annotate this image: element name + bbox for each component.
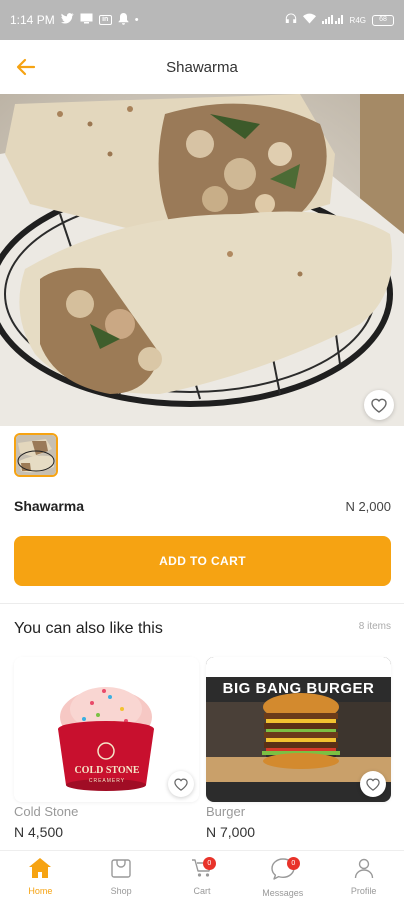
- dot-icon: •: [134, 14, 139, 26]
- network-type-icon: R4G: [349, 15, 366, 25]
- cart-badge: 0: [202, 857, 216, 870]
- favorite-heart-icon[interactable]: [364, 390, 394, 420]
- shop-icon: [110, 857, 132, 884]
- bottom-navigation: Home Shop 0 Cart 0 Messages Profile: [0, 850, 404, 900]
- product-price: N 2,000: [345, 498, 391, 514]
- nav-label: Shop: [110, 886, 132, 896]
- product-info: Shawarma N 2,000: [14, 498, 391, 514]
- status-time: 1:14 PM: [10, 13, 55, 27]
- back-arrow-icon[interactable]: [14, 55, 38, 79]
- twitter-icon: [60, 13, 74, 27]
- product-card-image: BIG BANG BURGER: [206, 657, 391, 802]
- linkedin-icon: in: [98, 15, 112, 25]
- product-card-image: COLD STONE CREAMERY: [14, 657, 199, 802]
- messages-badge: 0: [286, 857, 300, 870]
- nav-item-home[interactable]: Home: [0, 851, 81, 900]
- favorite-heart-icon[interactable]: [168, 771, 194, 797]
- product-card-name: Burger: [206, 804, 246, 819]
- section-divider: [0, 603, 404, 604]
- cold-stone-logo-text: COLD STONE: [74, 765, 140, 776]
- screen-icon: [80, 13, 93, 27]
- headphones-icon: [285, 13, 297, 27]
- favorite-heart-icon[interactable]: [360, 771, 386, 797]
- status-bar: 1:14 PM in • R4G 68: [0, 0, 404, 40]
- profile-icon: [353, 857, 375, 884]
- product-card-name: Cold Stone: [14, 804, 79, 819]
- product-card-burger[interactable]: BIG BANG BURGER Burger N 7,000: [206, 657, 391, 843]
- recommendations-title: You can also like this: [14, 620, 163, 637]
- signal-icon: [321, 13, 344, 27]
- wifi-icon: [302, 13, 316, 27]
- home-icon: [28, 857, 52, 884]
- recommendations-header: You can also like this 8 items: [14, 620, 391, 638]
- product-card-cold-stone[interactable]: COLD STONE CREAMERY Cold Stone N 4,500: [14, 657, 199, 843]
- nav-item-profile[interactable]: Profile: [323, 851, 404, 900]
- nav-item-cart[interactable]: 0 Cart: [162, 851, 243, 900]
- battery-icon: 68: [372, 14, 394, 26]
- product-card-price: N 7,000: [206, 824, 256, 840]
- nav-label: Profile: [350, 886, 377, 896]
- nav-label: Home: [28, 886, 53, 896]
- nav-item-messages[interactable]: 0 Messages: [242, 851, 323, 900]
- nav-label: Messages: [262, 888, 304, 898]
- burger-banner-text: BIG BANG BURGER: [222, 680, 375, 697]
- product-image: [0, 94, 404, 426]
- recommendations-count: 8 items: [358, 621, 391, 632]
- app-bar: Shawarma: [0, 40, 404, 94]
- page-title: Shawarma: [166, 58, 238, 76]
- product-thumbnail[interactable]: [14, 433, 58, 477]
- notification-bell-icon: [118, 12, 129, 28]
- cold-stone-logo-subtext: CREAMERY: [88, 778, 126, 784]
- nav-item-shop[interactable]: Shop: [81, 851, 162, 900]
- product-card-price: N 4,500: [14, 824, 64, 840]
- nav-label: Cart: [193, 886, 211, 896]
- product-name: Shawarma: [14, 498, 85, 514]
- add-to-cart-button[interactable]: ADD TO CART: [14, 536, 391, 586]
